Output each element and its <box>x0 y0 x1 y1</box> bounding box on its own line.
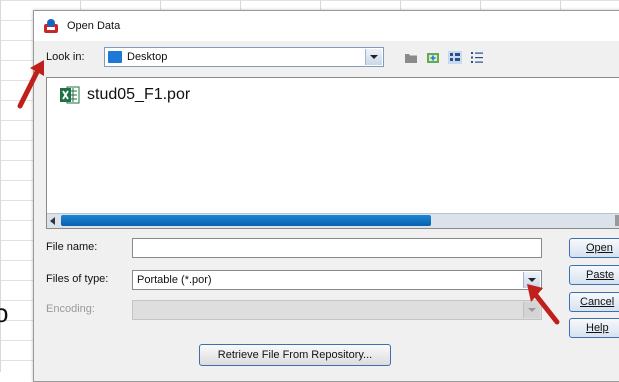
spss-app-icon <box>44 19 58 33</box>
file-name-label: stud05_F1.por <box>87 86 191 103</box>
scroll-left-icon[interactable] <box>50 217 55 225</box>
desktop-folder-icon <box>108 51 122 63</box>
open-data-dialog: Open Data Look in: Desktop stud05_F1.por… <box>33 10 619 382</box>
look-in-value: Desktop <box>127 51 168 63</box>
up-folder-icon[interactable] <box>404 51 418 64</box>
file-list: stud05_F1.por <box>46 77 619 229</box>
excel-file-icon <box>60 86 80 104</box>
new-folder-icon[interactable] <box>426 51 440 64</box>
scrollbar-thumb[interactable] <box>61 215 431 226</box>
paste-button[interactable]: Paste <box>569 265 619 285</box>
dialog-title: Open Data <box>67 20 121 32</box>
annotation-arrow-files-of-type <box>527 284 560 325</box>
dialog-titlebar: Open Data <box>34 11 619 41</box>
file-name-label: File name: <box>46 241 98 253</box>
files-of-type-dropdown[interactable]: Portable (*.por) <box>132 270 542 290</box>
files-of-type-value: Portable (*.por) <box>137 274 212 286</box>
look-in-dropdown[interactable]: Desktop <box>104 47 384 67</box>
files-of-type-label: Files of type: <box>46 273 109 285</box>
chevron-down-icon[interactable] <box>365 49 382 65</box>
details-view-icon[interactable] <box>470 51 484 64</box>
help-button[interactable]: Help <box>569 318 619 338</box>
encoding-dropdown <box>132 300 542 320</box>
list-view-icon[interactable] <box>448 51 462 64</box>
file-name-input[interactable] <box>132 238 542 258</box>
look-in-label: Look in: <box>46 51 85 63</box>
encoding-label: Encoding: <box>46 303 95 315</box>
horizontal-scrollbar[interactable] <box>47 213 619 228</box>
open-button[interactable]: Open <box>569 238 619 258</box>
annotation-arrow-look-in <box>17 60 44 109</box>
cancel-button[interactable]: Cancel <box>569 292 619 312</box>
retrieve-from-repository-button[interactable]: Retrieve File From Repository... <box>199 344 391 366</box>
background-cell-text: o <box>0 298 9 328</box>
scroll-right-icon[interactable] <box>615 215 619 226</box>
